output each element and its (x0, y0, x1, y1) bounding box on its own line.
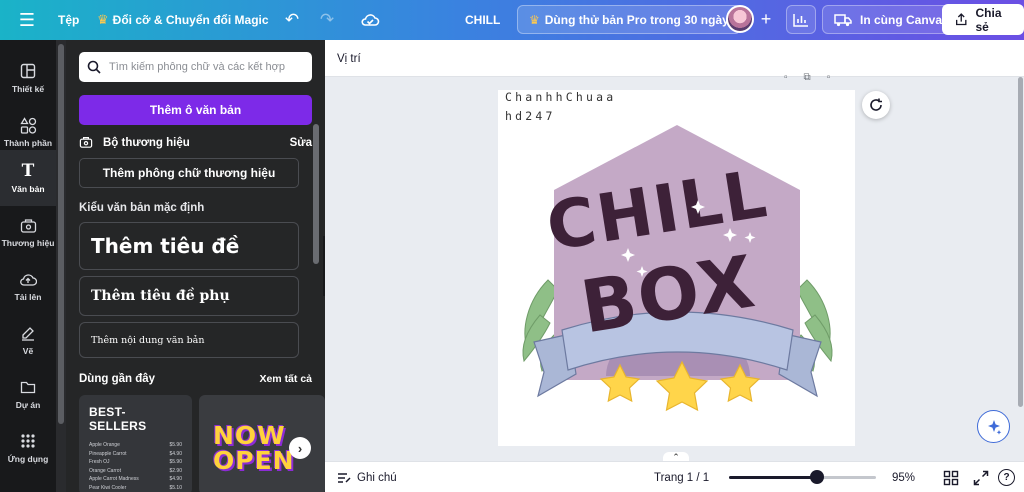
recent-label: Dùng gần đây (79, 373, 156, 385)
pro-trial-label: Dùng thử bản Pro trong 30 ngày (544, 12, 729, 27)
add-collaborator-icon[interactable]: + (756, 8, 776, 30)
default-styles-heading: Kiểu văn bản mặc định (79, 202, 205, 214)
pro-trial-button[interactable]: ♛ Dùng thử bản Pro trong 30 ngày (517, 5, 741, 34)
grid-view-icon[interactable] (943, 470, 959, 486)
document-title[interactable]: CHILL (465, 0, 500, 40)
recent-header: Dùng gần đây Xem tất cả (79, 373, 312, 385)
bottom-bar: Ghi chú Trang 1 / 1 95% ? (325, 461, 1024, 492)
recent-template-bestsellers[interactable]: BEST-SELLERS Apple Orange $5.90 Pineapple… (79, 395, 192, 492)
undo-icon[interactable]: ↶ (280, 8, 304, 32)
template-title: BEST-SELLERS (89, 405, 147, 433)
see-all-link[interactable]: Xem tất cả (259, 373, 312, 385)
rail-label: Thương hiệu (1, 238, 55, 248)
context-toolbar: Vị trí (325, 40, 1024, 77)
top-bar: ☰ Tệp ♛ Đổi cỡ & Chuyển đổi Magic ↶ ↷ CH… (0, 0, 1024, 40)
rail-label: Dự án (15, 400, 41, 410)
add-brand-fonts-button[interactable]: Thêm phông chữ thương hiệu (79, 158, 299, 188)
lock-icon[interactable]: ▫ (784, 72, 788, 83)
rail-label: Thành phần (3, 138, 53, 148)
text-icon: T (21, 161, 35, 181)
zoom-slider-handle[interactable] (810, 470, 825, 484)
template-line: Pineapple Carrot $4.90 (89, 450, 182, 457)
add-page-icon[interactable]: ▫ (827, 72, 831, 83)
rail-label: Văn bản (11, 184, 45, 194)
redo-icon[interactable]: ↷ (315, 8, 339, 32)
template-line: Orange Carrot $2.90 (89, 467, 182, 474)
rail-item-design[interactable]: Thiết kế (0, 50, 56, 106)
print-with-canva-button[interactable]: In cùng Canva (822, 5, 955, 34)
rail-scrollbar[interactable] (56, 40, 66, 492)
add-body-text-button[interactable]: Thêm nội dung văn bản (79, 322, 299, 358)
left-rail: Thiết kế Thành phần T Văn bản Thương hiệ… (0, 40, 56, 492)
position-button[interactable]: Vị trí (337, 40, 361, 77)
apps-icon (18, 432, 38, 450)
truck-icon (834, 13, 852, 26)
notes-label: Ghi chú (357, 471, 397, 484)
notes-button[interactable]: Ghi chú (337, 462, 397, 492)
template-line: Fresh OJ $5.90 (89, 459, 182, 466)
magic-assistant-icon[interactable] (977, 410, 1010, 443)
fullscreen-icon[interactable] (973, 470, 989, 486)
brand-kit-edit-link[interactable]: Sửa (290, 137, 312, 149)
rail-label: Thiết kế (11, 84, 45, 94)
share-button[interactable]: Chia sẻ (942, 4, 1024, 35)
template-line: Apple Orange $5.90 (89, 442, 182, 448)
shapes-icon (18, 116, 38, 134)
template-line: Apple Carrot Madness $4.90 (89, 476, 182, 483)
folder-icon (18, 378, 38, 396)
search-icon (87, 60, 101, 74)
page-text-line1[interactable]: ChanhhChuaa (505, 90, 616, 104)
canvas-scrollbar[interactable] (1017, 77, 1024, 461)
zoom-slider-fill (729, 476, 818, 479)
rail-item-text[interactable]: T Văn bản (0, 150, 56, 206)
template-line: Pear Kiwi Cooler $5.10 (89, 484, 182, 491)
magic-resize-label: Đổi cỡ & Chuyển đổi Magic (112, 13, 269, 27)
share-icon (955, 13, 967, 26)
rail-item-uploads[interactable]: Tải lên (0, 258, 56, 314)
layout-icon (18, 62, 38, 80)
rail-item-apps[interactable]: Ứng dụng (0, 420, 56, 476)
draw-icon (18, 324, 38, 342)
crown-icon: ♛ (529, 12, 540, 27)
avatar[interactable] (726, 5, 754, 33)
insights-chart-icon[interactable] (786, 5, 816, 34)
panel-scrollbar[interactable] (312, 124, 321, 492)
add-heading-button[interactable]: Thêm tiêu đề (79, 222, 299, 270)
search-box[interactable] (79, 52, 312, 82)
magic-resize-button[interactable]: ♛ Đổi cỡ & Chuyển đổi Magic (97, 0, 269, 40)
chill-box-graphic[interactable]: CHILL BOX (510, 120, 845, 425)
zoom-level[interactable]: 95% (892, 462, 915, 492)
rail-label: Ứng dụng (7, 454, 49, 464)
share-label: Chia sẻ (975, 5, 1002, 34)
page-counter[interactable]: Trang 1 / 1 (654, 462, 709, 492)
page-mini-toolbar: ▫ ⧉ ▫ (784, 72, 830, 83)
duplicate-icon[interactable]: ⧉ (804, 72, 811, 83)
rail-item-projects[interactable]: Dự án (0, 366, 56, 422)
brand-kit-icon (79, 136, 95, 151)
regenerate-icon[interactable] (862, 91, 890, 119)
recent-template-now-open[interactable]: NOW OPEN › (199, 395, 325, 492)
add-textbox-button[interactable]: Thêm ô văn bản (79, 95, 312, 125)
help-icon[interactable]: ? (998, 469, 1015, 486)
search-input[interactable] (109, 61, 309, 73)
rail-label: Vẽ (22, 346, 34, 356)
hamburger-icon[interactable]: ☰ (14, 8, 40, 32)
rail-item-brand[interactable]: Thương hiệu (0, 204, 56, 260)
cloud-saved-icon[interactable] (358, 8, 382, 32)
brand-icon (18, 216, 38, 234)
notes-icon (338, 472, 351, 483)
print-label: In cùng Canva (860, 12, 943, 27)
file-menu[interactable]: Tệp (58, 0, 79, 40)
rail-item-draw[interactable]: Vẽ (0, 312, 56, 368)
upload-icon (18, 270, 38, 288)
crown-icon: ♛ (97, 12, 109, 27)
brand-kit-row: Bộ thương hiệu Sửa (79, 134, 312, 152)
brand-kit-label: Bộ thương hiệu (103, 137, 190, 149)
add-subheading-button[interactable]: Thêm tiêu đề phụ (79, 276, 299, 316)
chevron-right-icon[interactable]: › (289, 437, 311, 459)
rail-label: Tải lên (14, 292, 42, 302)
text-panel: Thêm ô văn bản Bộ thương hiệu Sửa Thêm p… (66, 40, 325, 492)
